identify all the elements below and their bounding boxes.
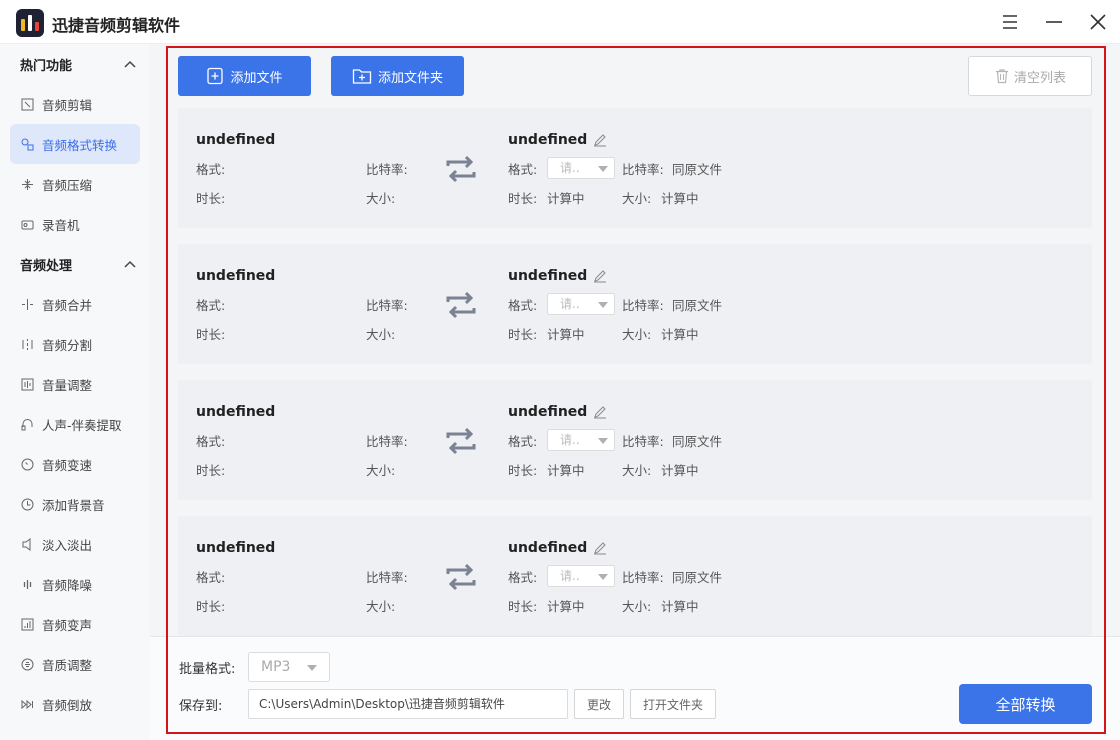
- section-title: 音频处理: [20, 258, 73, 274]
- sidebar-item-label: 音频降噪: [42, 577, 93, 593]
- compress-icon: [20, 177, 34, 191]
- sidebar-item-label: 音频变速: [42, 457, 93, 473]
- close-icon[interactable]: [1086, 10, 1110, 34]
- sidebar-item-label: 淡入淡出: [42, 537, 93, 553]
- sidebar-item-audio-cut[interactable]: 音频剪辑: [0, 84, 140, 124]
- recorder-icon: [20, 217, 34, 231]
- sidebar-item-label: 添加背景音: [42, 497, 105, 513]
- denoise-icon: [20, 577, 34, 591]
- sidebar-item-vocal-extract[interactable]: 人声-伴奏提取: [0, 404, 140, 444]
- sidebar-item-split[interactable]: 音频分割: [0, 324, 140, 364]
- reverse-icon: [20, 697, 34, 711]
- sidebar-item-denoise[interactable]: 音频降噪: [0, 564, 140, 604]
- sidebar-item-label: 音频分割: [42, 337, 93, 353]
- title-bar: 迅捷音频剪辑软件: [0, 0, 1120, 44]
- bgm-icon: [20, 497, 34, 511]
- speed-icon: [20, 457, 34, 471]
- menu-icon[interactable]: [998, 10, 1022, 34]
- sidebar-section-audio-process[interactable]: 音频处理: [0, 244, 150, 284]
- sidebar-item-merge[interactable]: 音频合并: [0, 284, 140, 324]
- sidebar-item-label: 音频剪辑: [42, 97, 93, 113]
- sidebar: 热门功能 音频剪辑 音频格式转换 音频压缩 录音机 音频处理 音频合并 音频分割…: [0, 44, 150, 740]
- fade-icon: [20, 537, 34, 551]
- sidebar-item-compress[interactable]: 音频压缩: [0, 164, 140, 204]
- sidebar-item-label: 音量调整: [42, 377, 93, 393]
- convert-icon: [20, 137, 34, 151]
- split-icon: [20, 337, 34, 351]
- volume-icon: [20, 377, 34, 391]
- chevron-up-icon: [124, 60, 136, 68]
- sidebar-item-label: 音频变声: [42, 617, 93, 633]
- sidebar-item-fade[interactable]: 淡入淡出: [0, 524, 140, 564]
- voice-icon: [20, 617, 34, 631]
- sidebar-item-label: 录音机: [42, 217, 80, 233]
- sidebar-item-recorder[interactable]: 录音机: [0, 204, 140, 244]
- app-title: 迅捷音频剪辑软件: [52, 16, 181, 35]
- sidebar-item-quality[interactable]: 音质调整: [0, 644, 140, 684]
- sidebar-item-label: 音频倒放: [42, 697, 93, 713]
- sidebar-item-label: 音质调整: [42, 657, 93, 673]
- sidebar-item-label: 音频合并: [42, 297, 93, 313]
- cut-icon: [20, 97, 34, 111]
- app-logo-icon: [16, 9, 44, 37]
- sidebar-item-label: 音频格式转换: [42, 137, 118, 153]
- sidebar-item-format-convert[interactable]: 音频格式转换: [10, 124, 140, 164]
- sidebar-item-background-music[interactable]: 添加背景音: [0, 484, 140, 524]
- sidebar-item-voice-change[interactable]: 音频变声: [0, 604, 140, 644]
- sidebar-item-label: 人声-伴奏提取: [42, 417, 122, 433]
- sidebar-item-volume[interactable]: 音量调整: [0, 364, 140, 404]
- quality-icon: [20, 657, 34, 671]
- highlight-frame: [166, 46, 1106, 734]
- sidebar-item-reverse[interactable]: 音频倒放: [0, 684, 140, 724]
- headphone-icon: [20, 417, 34, 431]
- sidebar-item-speed[interactable]: 音频变速: [0, 444, 140, 484]
- merge-icon: [20, 297, 34, 311]
- sidebar-item-label: 音频压缩: [42, 177, 93, 193]
- section-title: 热门功能: [20, 58, 73, 74]
- minimize-icon[interactable]: [1042, 10, 1066, 34]
- chevron-up-icon: [124, 260, 136, 268]
- sidebar-section-hot[interactable]: 热门功能: [0, 44, 150, 84]
